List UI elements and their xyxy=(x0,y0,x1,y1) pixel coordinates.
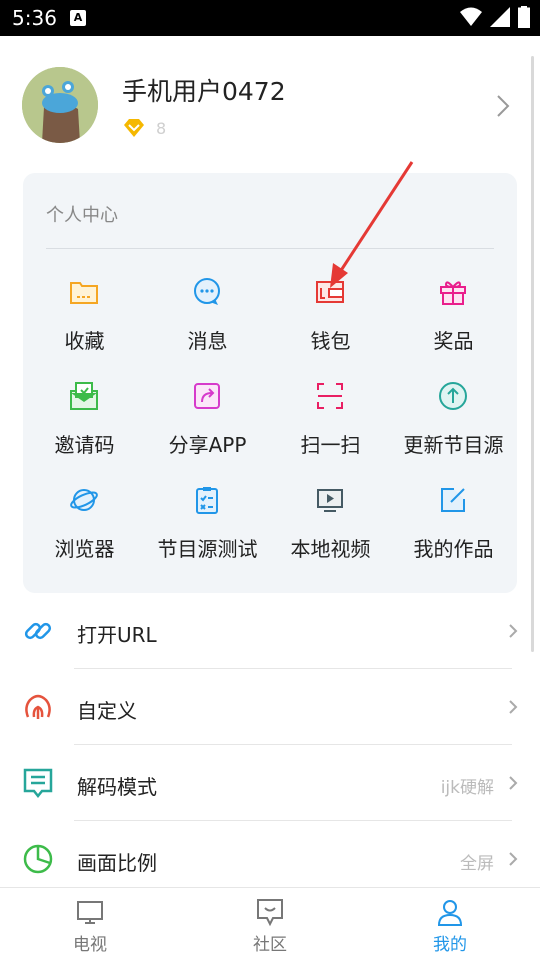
aspect-ratio-value: 全屏 xyxy=(460,854,494,874)
grid-item-browser[interactable]: 浏览器 xyxy=(23,471,146,575)
custom-icon xyxy=(25,694,51,719)
gift-icon xyxy=(440,281,466,305)
setting-open-url[interactable]: 打开URL xyxy=(0,593,540,669)
card-title: 个人中心 xyxy=(46,205,118,226)
personal-center-card: 个人中心 收藏 消息 钱包 奖品 邀请码 分享APP 扫一扫 更新节目源 浏览器… xyxy=(23,173,517,593)
diamond-icon xyxy=(124,119,144,137)
grid-item-prizes[interactable]: 奖品 xyxy=(392,263,515,367)
status-bar: 5:36 A xyxy=(0,0,540,36)
share-icon xyxy=(194,383,220,409)
chevron-right-icon xyxy=(509,624,518,638)
signal-icon xyxy=(490,7,510,27)
decode-icon xyxy=(23,768,53,799)
chevron-right-icon xyxy=(509,852,518,866)
grid-item-invite-code[interactable]: 邀请码 xyxy=(23,367,146,471)
link-icon xyxy=(24,622,52,640)
chat-bubble-icon xyxy=(194,278,220,305)
clipboard-check-icon xyxy=(196,487,218,514)
battery-icon xyxy=(518,6,530,28)
grid-item-update-sources[interactable]: 更新节目源 xyxy=(392,367,515,471)
tab-community[interactable]: 社区 xyxy=(180,888,360,960)
grid-item-scan[interactable]: 扫一扫 xyxy=(269,367,392,471)
chevron-right-icon[interactable] xyxy=(496,94,510,118)
status-time: 5:36 xyxy=(12,6,57,30)
tab-tv[interactable]: 电视 xyxy=(0,888,180,960)
divider xyxy=(46,248,494,249)
grid-item-wallet[interactable]: 钱包 xyxy=(269,263,392,367)
folder-icon xyxy=(70,282,98,304)
person-icon xyxy=(437,900,463,926)
notification-a-icon: A xyxy=(70,10,86,26)
edit-square-icon xyxy=(441,488,465,512)
tv-icon xyxy=(77,901,103,924)
setting-decode-mode[interactable]: 解码模式 ijk硬解 xyxy=(0,745,540,821)
grid-item-favorites[interactable]: 收藏 xyxy=(23,263,146,367)
vip-level: 8 xyxy=(156,118,167,138)
community-icon xyxy=(257,899,283,927)
planet-icon xyxy=(70,489,98,511)
profile-header[interactable]: 手机用户0472 8 xyxy=(0,36,540,166)
grid-item-source-test[interactable]: 节目源测试 xyxy=(146,471,269,575)
vip-badge: 8 xyxy=(122,118,166,138)
username: 手机用户0472 xyxy=(122,77,286,106)
tab-mine[interactable]: 我的 xyxy=(360,888,540,960)
grid-item-my-works[interactable]: 我的作品 xyxy=(392,471,515,575)
wifi-icon xyxy=(460,7,482,26)
grid-item-messages[interactable]: 消息 xyxy=(146,263,269,367)
scrollbar[interactable] xyxy=(531,56,534,652)
bottom-tab-bar: 电视 社区 我的 xyxy=(0,887,540,960)
setting-custom[interactable]: 自定义 xyxy=(0,669,540,745)
avatar[interactable] xyxy=(22,67,98,143)
scan-icon xyxy=(317,383,343,409)
chevron-right-icon xyxy=(509,700,518,714)
decode-mode-value: ijk硬解 xyxy=(440,778,494,798)
setting-aspect-ratio[interactable]: 画面比例 全屏 xyxy=(0,821,540,897)
grid-item-local-video[interactable]: 本地视频 xyxy=(269,471,392,575)
envelope-icon xyxy=(70,382,98,410)
pie-chart-icon xyxy=(23,844,53,874)
grid-item-share-app[interactable]: 分享APP xyxy=(146,367,269,471)
upload-circle-icon xyxy=(439,382,467,410)
video-screen-icon xyxy=(317,489,343,512)
wallet-icon xyxy=(316,281,344,303)
chevron-right-icon xyxy=(509,776,518,790)
